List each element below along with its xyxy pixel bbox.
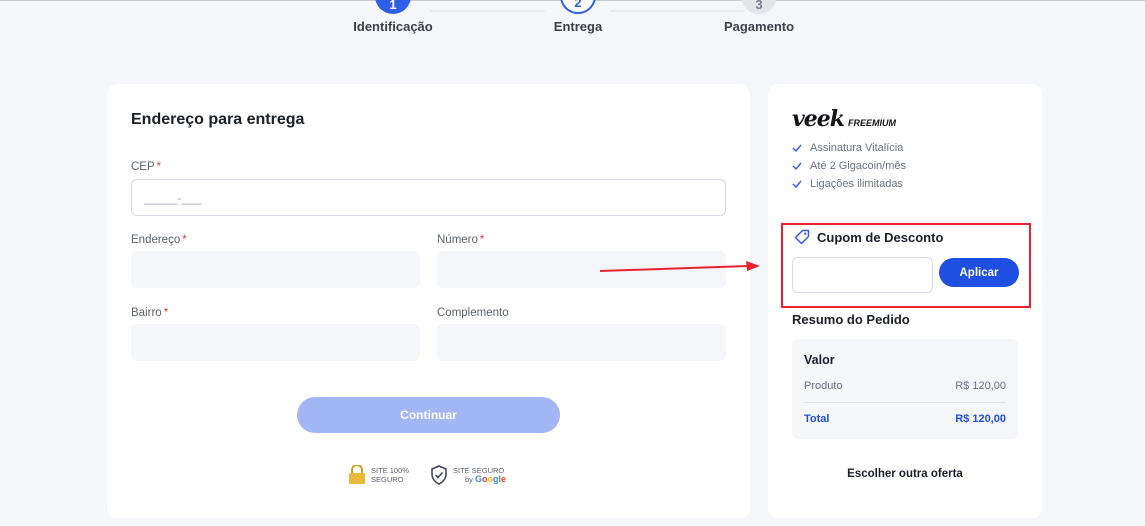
complemento-label: Complemento <box>437 307 509 319</box>
google-by: by <box>465 475 473 484</box>
total-value: R$ 120,00 <box>955 413 1006 425</box>
summary-heading: Valor <box>804 353 835 367</box>
bairro-input[interactable] <box>131 324 420 361</box>
check-icon <box>792 144 802 153</box>
stepper-connector <box>610 10 745 12</box>
google-logo: Google <box>475 474 507 484</box>
summary-product-row: Produto R$ 120,00 <box>804 380 1006 392</box>
feature-item: Ligações ilimitadas <box>792 175 906 193</box>
google-secure-badge: SITE SEGURO by Google <box>430 465 506 485</box>
address-form-title: Endereço para entrega <box>131 111 305 128</box>
stepper-connector <box>430 10 545 12</box>
offer-card: veek FREEMIUM Assinatura Vitalícia Até 2… <box>768 84 1042 518</box>
step-label: Entrega <box>553 19 603 34</box>
apply-coupon-button[interactable]: Aplicar <box>939 258 1019 287</box>
step-number: 1 <box>375 0 411 14</box>
endereco-input[interactable] <box>131 251 420 288</box>
arrow-annotation <box>599 261 760 272</box>
coupon-input[interactable] <box>792 257 933 293</box>
summary-divider <box>804 402 1006 403</box>
secure-site-line1: SITE 100% <box>371 466 409 475</box>
padlock-icon <box>349 465 365 484</box>
brand-logo: veek FREEMIUM <box>792 106 896 132</box>
product-label: Produto <box>804 380 843 392</box>
coupon-title: Cupom de Desconto <box>794 229 943 245</box>
coupon-section: Cupom de Desconto Aplicar <box>781 223 1031 308</box>
feature-item: Até 2 Gigacoin/mês <box>792 157 906 175</box>
order-summary-panel: Valor Produto R$ 120,00 Total R$ 120,00 <box>792 339 1018 439</box>
tag-icon <box>794 229 810 245</box>
endereco-label: Endereço * <box>131 234 187 246</box>
secure-site-line2: SEGURO <box>371 475 404 484</box>
cep-input[interactable]: _____-___ <box>131 179 726 216</box>
step-label: Pagamento <box>723 19 795 34</box>
shield-check-icon <box>431 465 447 485</box>
cep-mask: _____-___ <box>144 190 202 205</box>
step-number: 2 <box>560 0 596 14</box>
product-value: R$ 120,00 <box>955 380 1006 392</box>
summary-total-row: Total R$ 120,00 <box>804 413 1006 425</box>
step-number: 3 <box>741 0 777 14</box>
feature-item: Assinatura Vitalícia <box>792 139 906 157</box>
numero-label: Número * <box>437 234 485 246</box>
cep-label: CEP * <box>131 161 162 173</box>
order-summary-title: Resumo do Pedido <box>792 312 910 327</box>
choose-other-offer-link[interactable]: Escolher outra oferta <box>768 468 1042 480</box>
secure-site-badge: SITE 100% SEGURO <box>348 465 409 485</box>
bairro-label: Bairro * <box>131 307 169 319</box>
brand-name: veek <box>792 106 845 132</box>
step-label: Identificação <box>353 19 433 34</box>
check-icon <box>792 180 802 189</box>
brand-tag: FREEMIUM <box>848 118 897 128</box>
address-card: Endereço para entrega CEP * _____-___ End… <box>107 84 750 518</box>
check-icon <box>792 162 802 171</box>
total-label: Total <box>804 413 830 425</box>
continue-button[interactable]: Continuar <box>297 397 560 433</box>
checkout-stepper: 1 Identificação 2 Entrega 3 Pagamento <box>0 0 1145 45</box>
feature-list: Assinatura Vitalícia Até 2 Gigacoin/mês … <box>792 139 906 193</box>
complemento-input[interactable] <box>437 324 726 361</box>
